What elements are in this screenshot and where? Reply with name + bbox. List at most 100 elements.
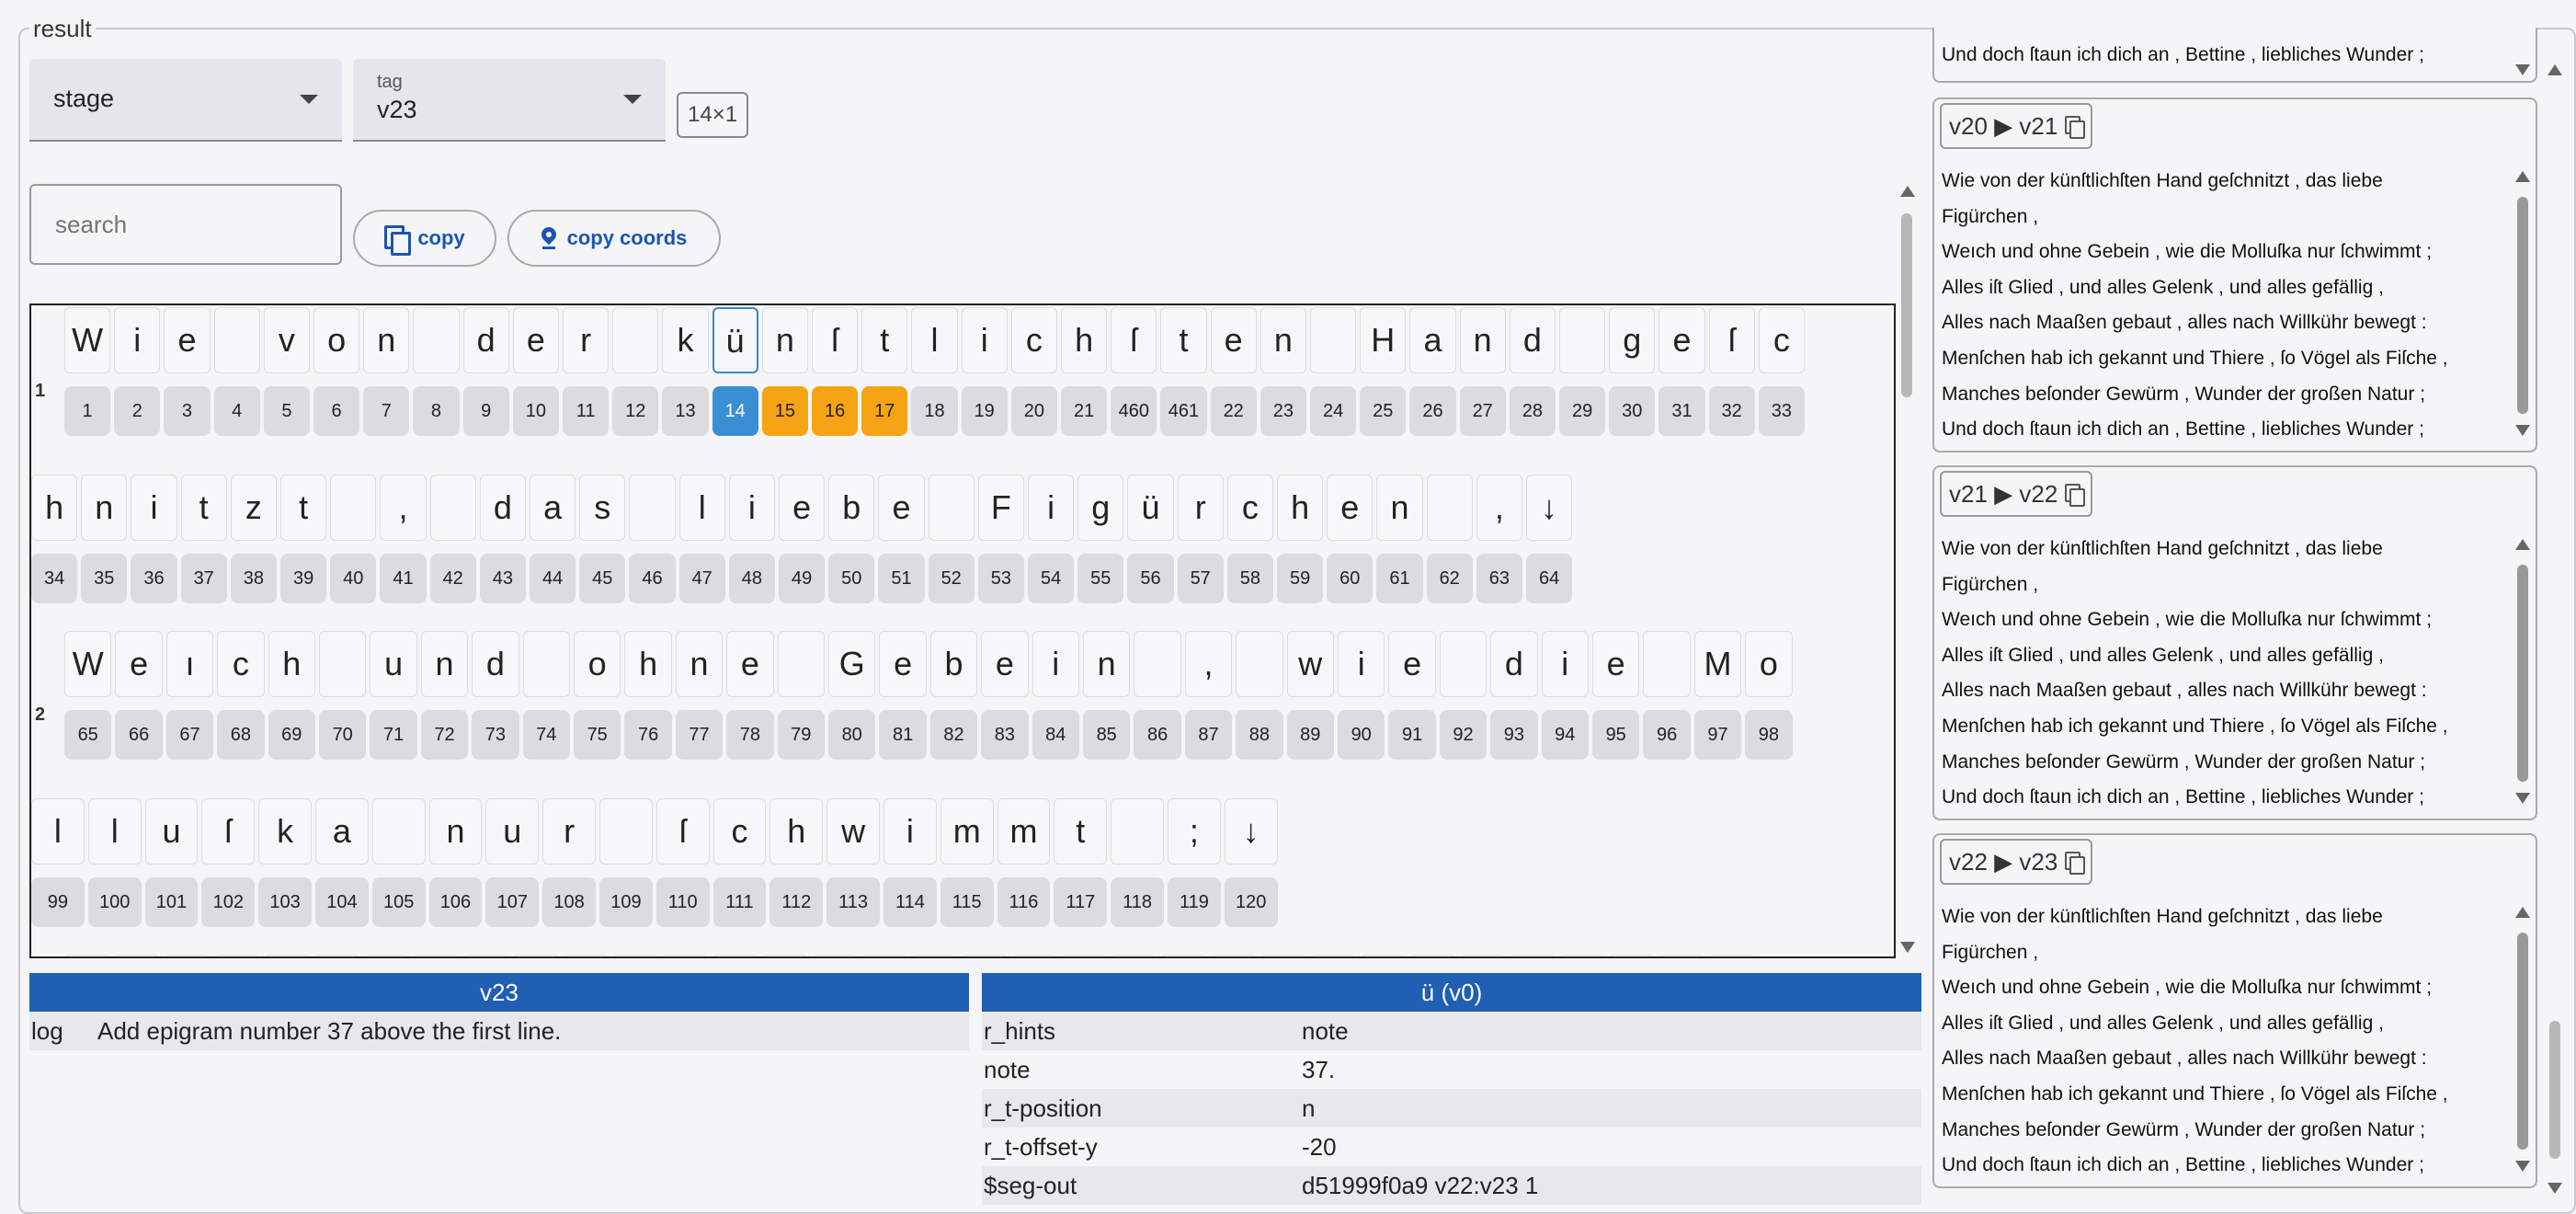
glyph-index-badge[interactable]: 49: [779, 554, 826, 603]
scroll-up-icon[interactable]: [1900, 186, 1915, 197]
glyph-cell[interactable]: n: [761, 307, 808, 373]
glyph-index-badge[interactable]: 68: [217, 710, 265, 760]
glyph-cell[interactable]: n: [675, 631, 724, 697]
glyph-cell[interactable]: [1459, 955, 1506, 956]
glyph-index-badge[interactable]: 86: [1134, 710, 1181, 760]
glyph-cell[interactable]: [1409, 955, 1456, 956]
glyph-index-badge[interactable]: 106: [428, 877, 483, 927]
glyph-index-badge[interactable]: 4: [213, 386, 260, 436]
glyph-index-badge[interactable]: 87: [1184, 710, 1233, 760]
glyph-index-badge[interactable]: 29: [1559, 386, 1606, 436]
glyph-cell[interactable]: [612, 307, 659, 373]
glyph-cell[interactable]: n: [81, 475, 128, 541]
glyph-index-badge[interactable]: 113: [826, 877, 880, 927]
scroll-up-icon[interactable]: [2515, 539, 2530, 550]
glyph-cell[interactable]: ,: [380, 475, 427, 541]
glyph-index-badge[interactable]: 18: [911, 386, 958, 436]
glyph-cell[interactable]: [1509, 955, 1556, 956]
scroll-down-icon[interactable]: [2515, 64, 2530, 75]
glyph-cell[interactable]: d: [1490, 631, 1538, 697]
glyph-cell[interactable]: b: [828, 475, 875, 541]
glyph-index-badge[interactable]: 93: [1490, 710, 1538, 760]
glyph-index-badge[interactable]: 44: [530, 554, 576, 603]
glyph-index-badge[interactable]: 108: [542, 877, 596, 927]
glyph-cell[interactable]: n: [428, 798, 483, 865]
glyph-cell[interactable]: [861, 955, 908, 956]
glyph-index-badge[interactable]: 111: [712, 877, 767, 927]
glyph-index-badge[interactable]: 73: [472, 710, 519, 760]
glyph-cell[interactable]: [1310, 307, 1357, 373]
glyph-cell[interactable]: m: [997, 798, 1051, 865]
glyph-index-badge[interactable]: 45: [579, 554, 626, 603]
glyph-cell[interactable]: ü: [712, 307, 758, 373]
glyph-cell[interactable]: [761, 955, 808, 956]
glyph-cell[interactable]: d: [479, 475, 526, 541]
glyph-index-badge[interactable]: 32: [1708, 386, 1755, 436]
glyph-cell[interactable]: e: [1327, 475, 1373, 541]
glyph-index-badge[interactable]: 28: [1509, 386, 1556, 436]
glyph-cell[interactable]: b: [929, 631, 978, 697]
glyph-cell[interactable]: ſ: [655, 798, 710, 865]
glyph-cell[interactable]: [1111, 955, 1157, 956]
glyph-index-badge[interactable]: 8: [413, 386, 460, 436]
copy-coords-button[interactable]: copy coords: [507, 210, 721, 267]
glyph-cell[interactable]: i: [961, 307, 1008, 373]
glyph-index-badge[interactable]: 114: [883, 877, 937, 927]
glyph-cell[interactable]: [612, 955, 659, 956]
glyph-cell[interactable]: [1010, 955, 1057, 956]
glyph-cell[interactable]: l: [911, 307, 958, 373]
glyph-cell[interactable]: [462, 955, 509, 956]
glyph-cell[interactable]: [1061, 955, 1107, 956]
glyph-cell[interactable]: ſ: [1111, 307, 1157, 373]
glyph-index-badge[interactable]: 77: [675, 710, 724, 760]
glyph-cell[interactable]: ſ: [1708, 307, 1755, 373]
glyph-cell[interactable]: e: [879, 631, 927, 697]
glyph-cell[interactable]: t: [1160, 307, 1207, 373]
glyph-cell[interactable]: i: [131, 475, 177, 541]
glyph-cell[interactable]: [164, 955, 211, 956]
scrollbar-thumb[interactable]: [2549, 1021, 2560, 1159]
glyph-cell[interactable]: e: [779, 475, 826, 541]
glyph-index-badge[interactable]: 90: [1338, 710, 1385, 760]
glyph-index-badge[interactable]: 120: [1224, 877, 1278, 927]
glyph-cell[interactable]: l: [31, 798, 85, 865]
scroll-up-icon[interactable]: [2548, 64, 2562, 75]
glyph-index-badge[interactable]: 65: [64, 710, 112, 760]
glyph-cell[interactable]: [1160, 955, 1207, 956]
glyph-cell[interactable]: [1643, 631, 1691, 697]
glyph-index-badge[interactable]: 12: [612, 386, 659, 436]
glyph-index-badge[interactable]: 99: [31, 877, 85, 927]
glyph-cell[interactable]: i: [1032, 631, 1079, 697]
tag-select[interactable]: tag v23: [353, 59, 666, 142]
glyph-index-badge[interactable]: 103: [258, 877, 312, 927]
glyph-index-badge[interactable]: 62: [1426, 554, 1473, 603]
glyph-index-badge[interactable]: 78: [726, 710, 774, 760]
glyph-index-badge[interactable]: 110: [655, 877, 710, 927]
glyph-cell[interactable]: [812, 955, 858, 956]
glyph-index-badge[interactable]: 14: [712, 386, 758, 436]
glyph-cell[interactable]: l: [87, 798, 142, 865]
glyph-index-badge[interactable]: 61: [1376, 554, 1423, 603]
glyph-index-badge[interactable]: 3: [164, 386, 211, 436]
glyph-cell[interactable]: c: [1226, 475, 1273, 541]
glyph-index-badge[interactable]: 5: [263, 386, 310, 436]
glyph-index-badge[interactable]: 100: [87, 877, 142, 927]
glyph-index-badge[interactable]: 2: [114, 386, 161, 436]
glyph-index-badge[interactable]: 70: [319, 710, 367, 760]
glyph-index-badge[interactable]: 58: [1226, 554, 1273, 603]
glyph-cell[interactable]: h: [624, 631, 672, 697]
scrollbar-thumb[interactable]: [2517, 197, 2528, 414]
glyph-cell[interactable]: g: [1609, 307, 1656, 373]
glyph-cell[interactable]: [213, 955, 260, 956]
glyph-cell[interactable]: r: [542, 798, 596, 865]
glyph-cell[interactable]: [1609, 955, 1656, 956]
glyph-cell[interactable]: [413, 307, 460, 373]
glyph-cell[interactable]: r: [563, 307, 610, 373]
glyph-cell[interactable]: ,: [1476, 475, 1522, 541]
glyph-cell[interactable]: [1260, 955, 1306, 956]
glyph-cell[interactable]: [371, 798, 426, 865]
glyph-cell[interactable]: k: [258, 798, 312, 865]
glyph-cell[interactable]: e: [1388, 631, 1436, 697]
glyph-cell[interactable]: i: [1541, 631, 1589, 697]
glyph-cell[interactable]: e: [1658, 307, 1705, 373]
